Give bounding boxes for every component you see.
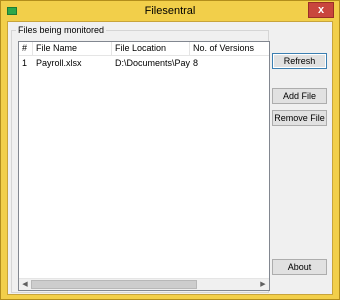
cell-file-name: Payroll.xlsx: [36, 58, 82, 68]
title-bar[interactable]: Filesentral x: [1, 1, 339, 21]
cell-file-location: D:\Documents\Pay...: [115, 58, 190, 68]
about-button[interactable]: About: [272, 259, 327, 275]
scroll-right-icon[interactable]: ▶: [257, 279, 269, 290]
horizontal-scrollbar[interactable]: ◀ ▶: [19, 278, 269, 290]
cell-index: 1: [22, 58, 28, 68]
column-header-index[interactable]: #: [19, 42, 33, 55]
add-file-button[interactable]: Add File: [272, 88, 327, 104]
column-header-versions[interactable]: No. of Versions: [190, 42, 269, 55]
cell-versions: 8: [193, 58, 199, 68]
files-groupbox: Files being monitored # File Name File L…: [11, 25, 270, 293]
remove-file-button[interactable]: Remove File: [272, 110, 327, 126]
close-button[interactable]: x: [308, 2, 334, 18]
app-window: Filesentral x Files being monitored # Fi…: [0, 0, 340, 300]
column-header-file-name[interactable]: File Name: [33, 42, 112, 55]
scroll-left-icon[interactable]: ◀: [19, 279, 31, 290]
close-icon: x: [317, 4, 325, 16]
client-area: Files being monitored # File Name File L…: [7, 21, 333, 295]
refresh-button[interactable]: Refresh: [272, 53, 327, 69]
files-list[interactable]: # File Name File Location No. of Version…: [18, 41, 270, 291]
list-header: # File Name File Location No. of Version…: [19, 42, 269, 56]
group-label: Files being monitored: [16, 25, 107, 35]
column-header-file-location[interactable]: File Location: [112, 42, 190, 55]
window-title: Filesentral: [144, 5, 196, 17]
table-row[interactable]: 1 Payroll.xlsx D:\Documents\Pay... 8: [19, 57, 269, 70]
scrollbar-thumb[interactable]: [31, 280, 197, 289]
